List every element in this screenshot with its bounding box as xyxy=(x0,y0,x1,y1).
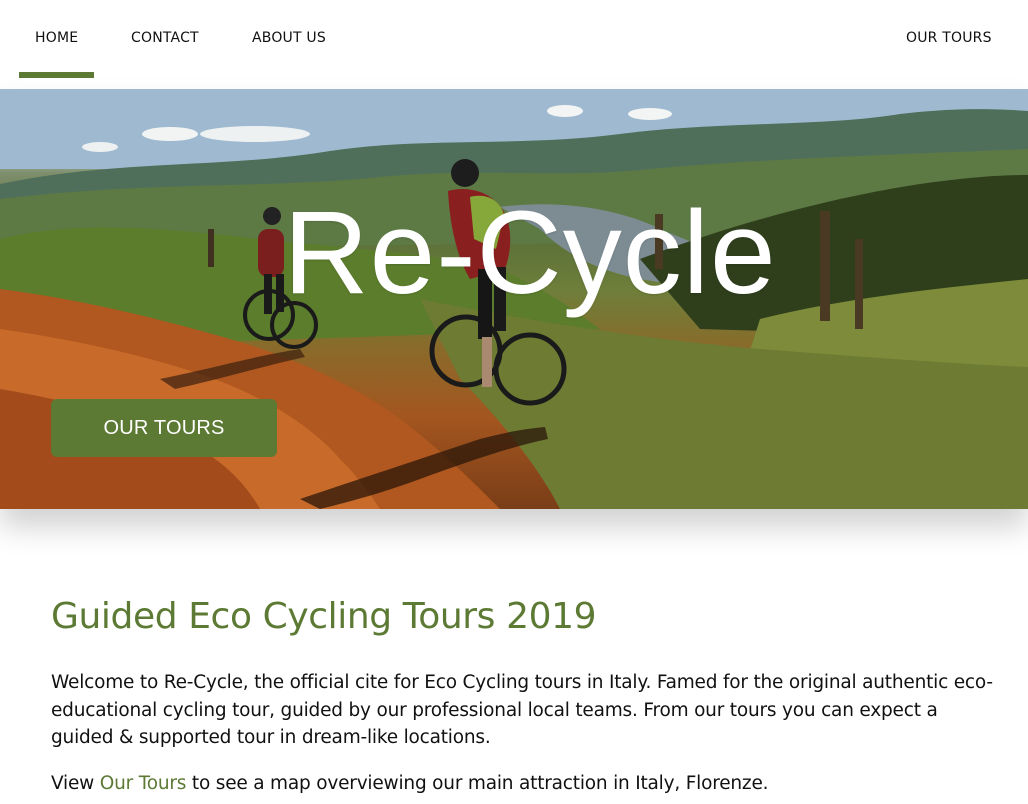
page: HOME CONTACT ABOUT US OUR TOURS Re-Cycle… xyxy=(0,0,1028,804)
tours-paragraph-suffix: to see a map overviewing our main attrac… xyxy=(186,773,769,794)
tours-paragraph: View Our Tours to see a map overviewing … xyxy=(51,770,996,798)
nav-contact-link[interactable]: CONTACT xyxy=(131,30,199,46)
nav-active-indicator xyxy=(19,72,94,78)
hero-banner: Re-Cycle OUR TOURS xyxy=(0,89,1028,509)
nav-home-link[interactable]: HOME xyxy=(35,30,78,46)
page-heading: Guided Eco Cycling Tours 2019 xyxy=(51,596,597,637)
nav-about-link[interactable]: ABOUT US xyxy=(252,30,326,46)
tours-paragraph-prefix: View xyxy=(51,773,100,794)
hero-title: Re-Cycle xyxy=(283,187,777,319)
welcome-paragraph: Welcome to Re-Cycle, the official cite f… xyxy=(51,672,993,748)
nav-our-tours-link[interactable]: OUR TOURS xyxy=(906,30,992,46)
our-tours-inline-link[interactable]: Our Tours xyxy=(100,773,187,794)
top-navigation: HOME CONTACT ABOUT US OUR TOURS xyxy=(0,0,1028,89)
our-tours-button[interactable]: OUR TOURS xyxy=(51,399,277,457)
